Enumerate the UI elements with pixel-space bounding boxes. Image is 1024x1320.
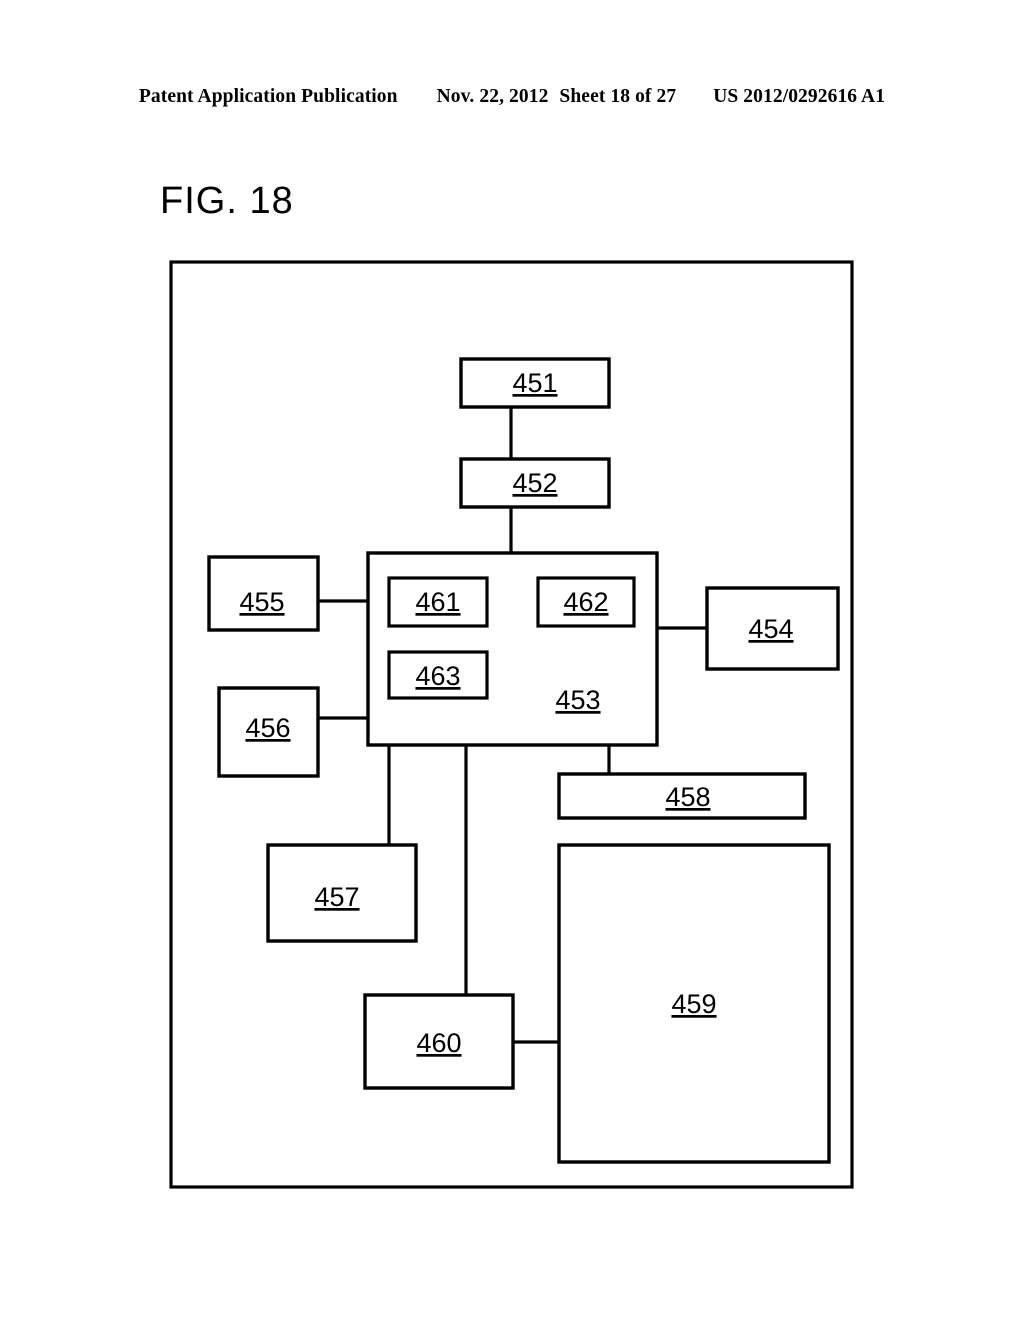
block-457: 457	[266, 843, 418, 943]
block-459-label: 459	[671, 989, 716, 1019]
block-457-label: 457	[314, 882, 359, 912]
block-462-label: 462	[563, 587, 608, 617]
block-456-label: 456	[245, 713, 290, 743]
figure-drawing: 451 452 453 461 462 463 454 455 456 457 …	[0, 0, 1024, 1320]
block-458: 458	[557, 772, 807, 820]
block-455-label: 455	[239, 587, 284, 617]
block-462: 462	[536, 576, 636, 628]
block-454: 454	[705, 586, 840, 671]
block-454-label: 454	[748, 614, 793, 644]
block-459: 459	[557, 843, 831, 1164]
block-452: 452	[459, 457, 611, 509]
block-461: 461	[387, 576, 489, 628]
block-456: 456	[217, 686, 320, 778]
block-455: 455	[207, 555, 320, 632]
block-453-label: 453	[555, 685, 600, 715]
block-460: 460	[363, 993, 515, 1090]
block-460-label: 460	[416, 1028, 461, 1058]
block-451: 451	[459, 357, 611, 409]
block-452-label: 452	[512, 468, 557, 498]
block-451-label: 451	[512, 368, 557, 398]
block-463: 463	[387, 650, 489, 700]
block-461-label: 461	[415, 587, 460, 617]
block-463-label: 463	[415, 661, 460, 691]
block-458-label: 458	[665, 782, 710, 812]
